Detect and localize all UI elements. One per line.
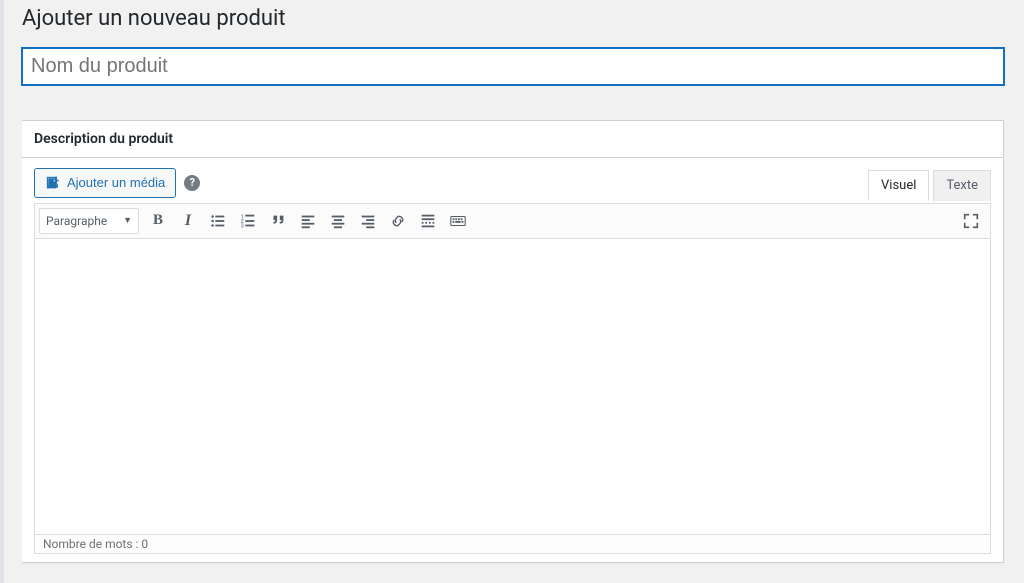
editor-content-area[interactable] <box>35 239 990 534</box>
align-right-icon <box>359 212 377 230</box>
product-description-panel: Description du produit Ajouter un média … <box>22 120 1004 563</box>
keyboard-icon <box>449 212 467 230</box>
tab-text[interactable]: Texte <box>933 170 991 201</box>
bulleted-list-button[interactable] <box>204 207 232 235</box>
link-icon <box>389 212 407 230</box>
add-product-page: Ajouter un nouveau produit Description d… <box>0 0 1024 583</box>
chevron-down-icon: ▼ <box>123 215 132 226</box>
italic-button[interactable]: I <box>174 207 202 235</box>
numbered-list-button[interactable]: 123 <box>234 207 262 235</box>
bulleted-list-icon <box>209 212 227 230</box>
italic-icon: I <box>185 212 191 230</box>
insert-more-button[interactable] <box>414 207 442 235</box>
format-select-value: Paragraphe <box>46 214 107 228</box>
bold-icon: B <box>153 212 163 229</box>
editor-tabs: Visuel Texte <box>34 170 991 201</box>
block-format-select[interactable]: Paragraphe ▼ <box>39 208 139 234</box>
blockquote-button[interactable] <box>264 207 292 235</box>
fullscreen-button[interactable] <box>957 207 985 235</box>
editor-toolbar: Paragraphe ▼ B I 123 <box>35 204 990 239</box>
align-center-icon <box>329 212 347 230</box>
insert-link-button[interactable] <box>384 207 412 235</box>
panel-body: Ajouter un média ? Visuel Texte Paragrap… <box>22 158 1003 562</box>
align-left-button[interactable] <box>294 207 322 235</box>
blockquote-icon <box>269 212 287 230</box>
align-left-icon <box>299 212 317 230</box>
panel-heading: Description du produit <box>22 121 1003 158</box>
align-right-button[interactable] <box>354 207 382 235</box>
toolbar-toggle-button[interactable] <box>444 207 472 235</box>
bold-button[interactable]: B <box>144 207 172 235</box>
tab-visual[interactable]: Visuel <box>868 170 929 201</box>
fullscreen-icon <box>962 212 980 230</box>
svg-text:3: 3 <box>241 223 244 229</box>
product-name-input[interactable] <box>22 48 1004 85</box>
editor-statusbar: Nombre de mots : 0 <box>35 534 990 553</box>
numbered-list-icon: 123 <box>239 212 257 230</box>
align-center-button[interactable] <box>324 207 352 235</box>
page-title: Ajouter un nouveau produit <box>22 5 1004 34</box>
read-more-icon <box>419 212 437 230</box>
rich-text-editor: Paragraphe ▼ B I 123 <box>34 203 991 554</box>
